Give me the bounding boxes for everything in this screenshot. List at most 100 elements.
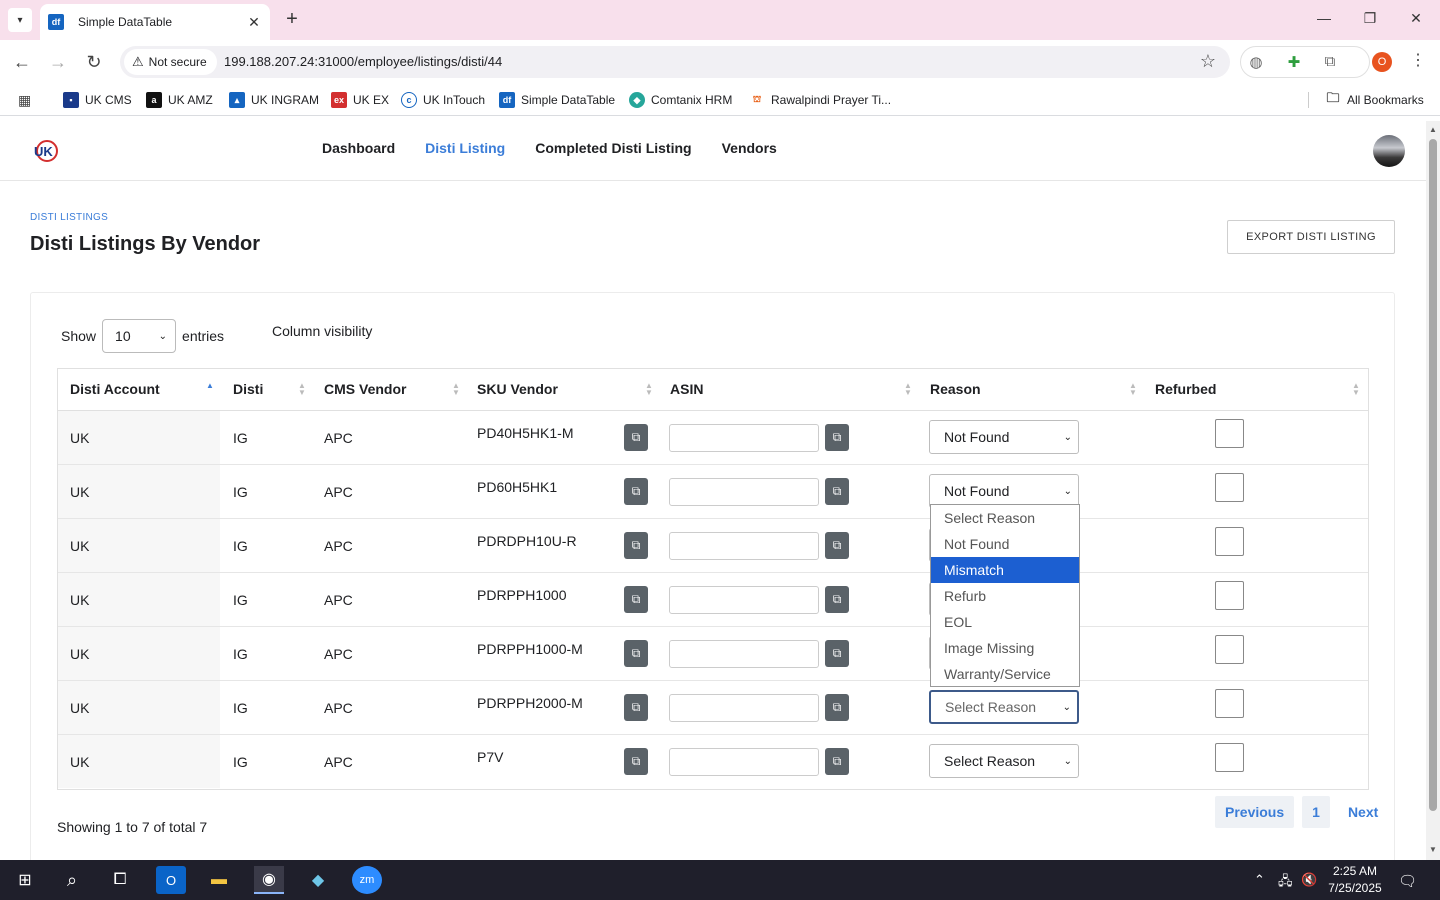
sort-icon[interactable]: ▲ ▼ bbox=[298, 382, 306, 397]
bookmark-star-icon[interactable]: ☆ bbox=[1200, 51, 1216, 72]
page-scrollbar[interactable]: ▲ ▼ bbox=[1426, 121, 1440, 860]
asin-input[interactable] bbox=[669, 424, 819, 452]
asin-input[interactable] bbox=[669, 748, 819, 776]
copy-sku-button[interactable]: ⧉ bbox=[624, 424, 648, 451]
security-chip[interactable]: ⚠ Not secure bbox=[124, 49, 217, 75]
nav-completed-disti-listing[interactable]: Completed Disti Listing bbox=[535, 140, 691, 156]
back-button[interactable]: ← bbox=[11, 52, 33, 72]
puzzle-icon[interactable]: ⧉ bbox=[1321, 53, 1339, 70]
bookmark-uk-ingram[interactable]: ▴ UK INGRAM bbox=[229, 92, 319, 108]
close-tab-icon[interactable]: ✕ bbox=[246, 14, 262, 31]
tab-search-button[interactable]: ▾ bbox=[8, 8, 32, 32]
app-diamond-icon[interactable]: ◆ bbox=[303, 866, 333, 894]
browser-tab[interactable]: df Simple DataTable ✕ bbox=[40, 4, 270, 40]
url-text[interactable]: 199.188.207.24:31000/employee/listings/d… bbox=[224, 54, 502, 69]
col-sku-vendor[interactable]: SKU Vendor bbox=[477, 381, 558, 397]
sort-asc-icon[interactable]: ▲ bbox=[206, 382, 214, 390]
copy-asin-button[interactable]: ⧉ bbox=[825, 586, 849, 613]
refurbed-checkbox[interactable] bbox=[1215, 635, 1244, 664]
sort-icon[interactable]: ▲ ▼ bbox=[1352, 382, 1360, 397]
task-view-icon[interactable]: ⧠ bbox=[105, 866, 135, 894]
col-reason[interactable]: Reason bbox=[930, 381, 981, 397]
copy-sku-button[interactable]: ⧉ bbox=[624, 532, 648, 559]
close-window-button[interactable]: ✕ bbox=[1406, 10, 1426, 27]
bookmark-prayer-times[interactable]: ⛫ Rawalpindi Prayer Ti... bbox=[749, 92, 891, 108]
outlook-icon[interactable]: O bbox=[156, 866, 186, 894]
new-tab-button[interactable]: + bbox=[282, 8, 302, 30]
asin-input[interactable] bbox=[669, 694, 819, 722]
globe-icon[interactable]: ◍ bbox=[1247, 53, 1265, 71]
asin-input[interactable] bbox=[669, 532, 819, 560]
bookmark-uk-intouch[interactable]: c UK InTouch bbox=[401, 92, 485, 108]
next-page-button[interactable]: Next bbox=[1338, 796, 1388, 828]
restore-button[interactable]: ❐ bbox=[1360, 10, 1380, 27]
scroll-thumb[interactable] bbox=[1429, 139, 1437, 811]
sort-icon[interactable]: ▲ ▼ bbox=[645, 382, 653, 397]
omnibox[interactable]: ⚠ Not secure 199.188.207.24:31000/employ… bbox=[120, 46, 1230, 78]
minimize-button[interactable]: — bbox=[1314, 10, 1334, 26]
asin-input[interactable] bbox=[669, 586, 819, 614]
option-not-found[interactable]: Not Found bbox=[931, 531, 1079, 557]
option-refurb[interactable]: Refurb bbox=[931, 583, 1079, 609]
copy-asin-button[interactable]: ⧉ bbox=[825, 424, 849, 451]
system-clock[interactable]: 2:25 AM 7/25/2025 bbox=[1322, 863, 1388, 897]
reason-select[interactable]: Select Reason ⌄ bbox=[929, 744, 1079, 778]
reload-button[interactable]: ↻ bbox=[83, 52, 105, 72]
reason-select[interactable]: Select Reason ⌄ bbox=[929, 690, 1079, 724]
volume-muted-icon[interactable]: 🔇 bbox=[1301, 872, 1317, 888]
option-select-reason[interactable]: Select Reason bbox=[931, 505, 1079, 531]
bookmark-simple-datatable[interactable]: df Simple DataTable bbox=[499, 92, 615, 108]
sort-icon[interactable]: ▲ ▼ bbox=[1129, 382, 1137, 397]
asin-input[interactable] bbox=[669, 640, 819, 668]
scroll-down-icon[interactable]: ▼ bbox=[1428, 845, 1438, 854]
profile-avatar[interactable]: O bbox=[1372, 52, 1392, 72]
reason-select[interactable]: Not Found ⌄ bbox=[929, 420, 1079, 454]
apps-grid-icon[interactable]: ▦ bbox=[18, 92, 31, 109]
refurbed-checkbox[interactable] bbox=[1215, 473, 1244, 502]
refurbed-checkbox[interactable] bbox=[1215, 689, 1244, 718]
reason-select[interactable]: Not Found ⌄ bbox=[929, 474, 1079, 508]
forward-button[interactable]: → bbox=[47, 52, 69, 72]
search-icon[interactable]: ⌕ bbox=[57, 866, 87, 894]
sort-icon[interactable]: ▲ ▼ bbox=[904, 382, 912, 397]
bookmark-uk-ex[interactable]: ex UK EX bbox=[331, 92, 389, 108]
file-explorer-icon[interactable]: ▬ bbox=[204, 866, 234, 894]
chrome-icon[interactable]: ◉ bbox=[254, 866, 284, 894]
copy-asin-button[interactable]: ⧉ bbox=[825, 532, 849, 559]
windows-start-icon[interactable]: ⊞ bbox=[10, 866, 40, 894]
nav-vendors[interactable]: Vendors bbox=[722, 140, 777, 156]
uk-logo-icon[interactable]: UK bbox=[32, 139, 60, 163]
option-warranty-service[interactable]: Warranty/Service bbox=[931, 661, 1079, 687]
nav-disti-listing[interactable]: Disti Listing bbox=[425, 140, 505, 156]
scroll-up-icon[interactable]: ▲ bbox=[1428, 125, 1438, 134]
option-eol[interactable]: EOL bbox=[931, 609, 1079, 635]
col-disti[interactable]: Disti bbox=[233, 381, 263, 397]
refurbed-checkbox[interactable] bbox=[1215, 419, 1244, 448]
bookmark-comtanix-hrm[interactable]: ◆ Comtanix HRM bbox=[629, 92, 732, 108]
copy-sku-button[interactable]: ⧉ bbox=[624, 748, 648, 775]
previous-page-button[interactable]: Previous bbox=[1215, 796, 1295, 828]
col-asin[interactable]: ASIN bbox=[670, 381, 703, 397]
copy-asin-button[interactable]: ⧉ bbox=[825, 748, 849, 775]
all-bookmarks[interactable]: 🗀 All Bookmarks bbox=[1325, 90, 1423, 108]
export-disti-listing-button[interactable]: EXPORT DISTI LISTING bbox=[1227, 220, 1395, 254]
copy-asin-button[interactable]: ⧉ bbox=[825, 694, 849, 721]
zoom-icon[interactable]: zm bbox=[352, 866, 382, 894]
user-avatar[interactable] bbox=[1373, 135, 1405, 167]
sort-icon[interactable]: ▲ ▼ bbox=[452, 382, 460, 397]
copy-sku-button[interactable]: ⧉ bbox=[624, 478, 648, 505]
extension-plus-icon[interactable]: ✚ bbox=[1285, 53, 1303, 71]
option-image-missing[interactable]: Image Missing bbox=[931, 635, 1079, 661]
copy-asin-button[interactable]: ⧉ bbox=[825, 478, 849, 505]
bookmark-uk-cms[interactable]: ▪ UK CMS bbox=[63, 92, 132, 108]
network-icon[interactable]: 🖧 bbox=[1278, 872, 1293, 894]
notifications-icon[interactable]: 🗨 bbox=[1398, 872, 1417, 890]
browser-menu-icon[interactable]: ⋮ bbox=[1410, 50, 1426, 70]
column-visibility-button[interactable]: Column visibility bbox=[272, 323, 372, 339]
col-disti-account[interactable]: Disti Account bbox=[70, 381, 160, 397]
copy-sku-button[interactable]: ⧉ bbox=[624, 586, 648, 613]
bookmark-uk-amz[interactable]: a UK AMZ bbox=[146, 92, 213, 108]
refurbed-checkbox[interactable] bbox=[1215, 527, 1244, 556]
copy-asin-button[interactable]: ⧉ bbox=[825, 640, 849, 667]
asin-input[interactable] bbox=[669, 478, 819, 506]
